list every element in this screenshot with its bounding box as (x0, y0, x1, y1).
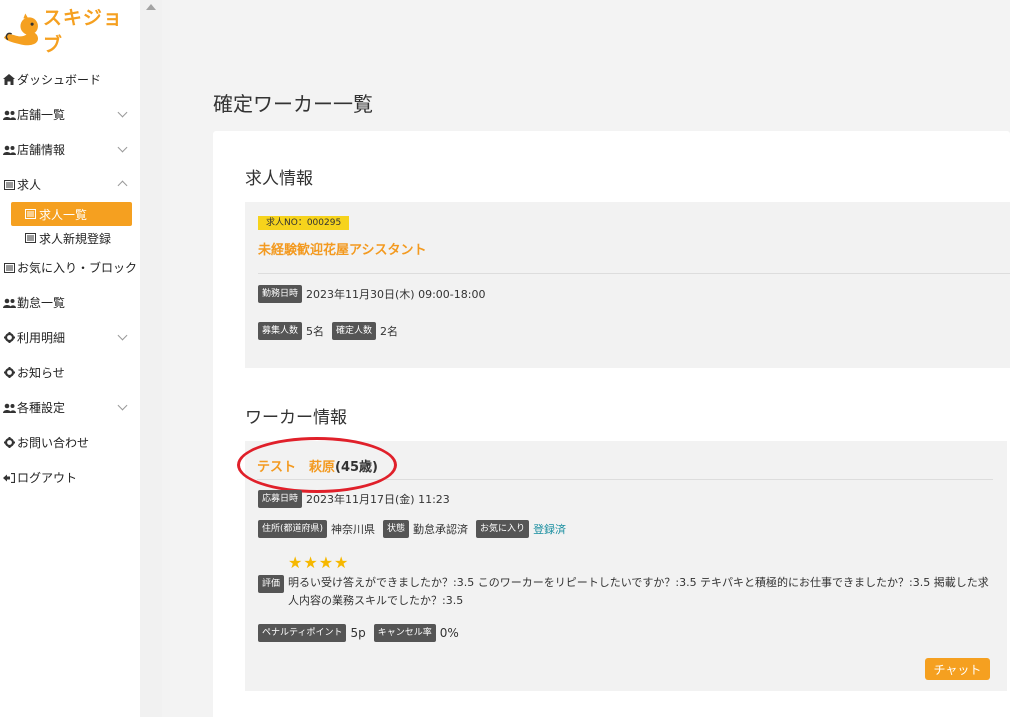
worker-details-row: 住所(都道府県) 神奈川県 状態 勤怠承認済 お気に入り 登録済 (258, 520, 574, 538)
sidebar-item-label: ダッシュボード (17, 73, 102, 87)
sidebar-item-usage[interactable]: 利用明細 (0, 320, 140, 355)
chevron-down-icon (117, 107, 128, 118)
users-icon (2, 110, 16, 120)
job-title-link[interactable]: 未経験歓迎花屋アシスタント (258, 239, 426, 258)
job-number-badge: 求人NO：000295 (258, 216, 350, 230)
sidebar-item-store-info[interactable]: 店舗情報 (0, 132, 140, 167)
recruit-label: 募集人数 (258, 322, 303, 340)
users-icon (2, 298, 16, 308)
chat-button[interactable]: チャット (925, 658, 990, 680)
applied-row: 応募日時 2023年11月17日(金) 11:23 (258, 490, 458, 508)
confirmed-label: 確定人数 (332, 322, 377, 340)
work-date-value: 2023年11月30日(木) 09:00-18:00 (306, 288, 486, 301)
sidebar-item-dashboard[interactable]: ダッシュボード (0, 62, 140, 97)
applied-value: 2023年11月17日(金) 11:23 (306, 493, 450, 506)
chevron-down-icon (117, 330, 128, 341)
star-icon: ★ (303, 553, 318, 572)
sidebar-item-label: お気に入り・ブロック (17, 261, 138, 275)
chevron-down-icon (117, 400, 128, 411)
sidebar-item-label: 勤怠一覧 (17, 296, 66, 310)
list-icon (2, 262, 16, 273)
cancel-rate-value: 0% (439, 626, 459, 640)
penalty-label: ペナルティポイント (258, 624, 347, 642)
sidebar-item-logout[interactable]: ログアウト (0, 460, 140, 495)
sidebar-item-attendance[interactable]: 勤怠一覧 (0, 285, 140, 320)
penalty-value: 5p (350, 626, 366, 640)
status-label: 状態 (383, 520, 410, 538)
list-icon (25, 233, 36, 243)
address-label: 住所(都道府県) (258, 520, 328, 538)
sidebar-subitem-label: 求人新規登録 (39, 231, 112, 246)
sidebar-scrollbar[interactable] (140, 0, 162, 717)
highlight-ellipse (237, 437, 397, 493)
work-date-row: 勤務日時 2023年11月30日(木) 09:00-18:00 (258, 285, 493, 303)
list-icon (25, 209, 36, 219)
worker-section-title: ワーカー情報 (245, 408, 347, 428)
divider (258, 273, 1010, 274)
rating-label: 評価 (258, 575, 285, 593)
gear-icon (2, 332, 16, 343)
status-value: 勤怠承認済 (413, 523, 469, 536)
users-icon (2, 403, 16, 413)
favorite-label: お気に入り (476, 520, 530, 538)
sidebar-item-stores[interactable]: 店舗一覧 (0, 97, 140, 132)
headcount-row: 募集人数 5名 確定人数 2名 (258, 322, 406, 340)
sidebar-item-settings[interactable]: 各種設定 (0, 390, 140, 425)
home-icon (2, 74, 16, 85)
sidebar-item-notices[interactable]: お知らせ (0, 355, 140, 390)
users-icon (2, 145, 16, 155)
sidebar-item-label: 店舗情報 (17, 143, 66, 157)
sidebar-item-jobs[interactable]: 求人 (0, 167, 140, 202)
applied-label: 応募日時 (258, 490, 303, 508)
star-icon: ★ (334, 553, 349, 572)
sidebar-subitem-job-new[interactable]: 求人新規登録 (11, 226, 132, 250)
chevron-down-icon (117, 142, 128, 153)
page-title: 確定ワーカー一覧 (213, 92, 373, 116)
scroll-up-arrow-icon[interactable] (146, 4, 156, 10)
sidebar-subitem-job-list[interactable]: 求人一覧 (11, 202, 132, 226)
logo[interactable]: スキジョブ (2, 7, 140, 56)
logo-squirrel-icon (3, 13, 39, 46)
sidebar-item-label: 店舗一覧 (17, 108, 66, 122)
sidebar: スキジョブ ダッシュボード 店舗一覧 店舗情報 求人 求人一覧 求人新規登録 お… (0, 0, 140, 717)
job-section-title: 求人情報 (245, 169, 313, 189)
sidebar-nav: ダッシュボード 店舗一覧 店舗情報 求人 求人一覧 求人新規登録 お気に入り・ブ… (0, 62, 140, 495)
sidebar-item-label: お問い合わせ (17, 436, 90, 450)
gear-icon (2, 437, 16, 448)
recruit-value: 5名 (306, 325, 325, 338)
address-value: 神奈川県 (331, 523, 376, 536)
star-icon: ★ (288, 553, 303, 572)
work-date-label: 勤務日時 (258, 285, 303, 303)
list-icon (2, 179, 16, 190)
cancel-rate-label: キャンセル率 (373, 624, 436, 642)
chevron-up-icon (117, 180, 128, 191)
logo-text: スキジョブ (42, 7, 123, 56)
rating-stars: ★ ★ ★ ★ (288, 555, 348, 571)
star-icon: ★ (318, 553, 334, 572)
sidebar-item-label: お知らせ (17, 366, 65, 380)
sidebar-item-label: ログアウト (17, 471, 78, 485)
confirmed-value: 2名 (380, 325, 399, 338)
rating-label-wrap: 評価 (258, 571, 285, 593)
sidebar-item-contact[interactable]: お問い合わせ (0, 425, 140, 460)
favorite-link[interactable]: 登録済 (533, 521, 566, 537)
sidebar-item-label: 利用明細 (17, 331, 66, 345)
penalty-row: ペナルティポイント 5p キャンセル率 0% (258, 624, 467, 642)
sidebar-subitem-label: 求人一覧 (39, 207, 88, 222)
review-text: 明るい受け答えができましたか？:3.5 このワーカーをリピートしたいですか？:3… (288, 576, 989, 607)
gear-icon (2, 367, 16, 378)
sidebar-item-label: 求人 (17, 178, 42, 192)
sidebar-item-label: 各種設定 (17, 401, 66, 415)
logout-icon (2, 472, 16, 483)
sidebar-item-favorites[interactable]: お気に入り・ブロック (0, 250, 140, 285)
